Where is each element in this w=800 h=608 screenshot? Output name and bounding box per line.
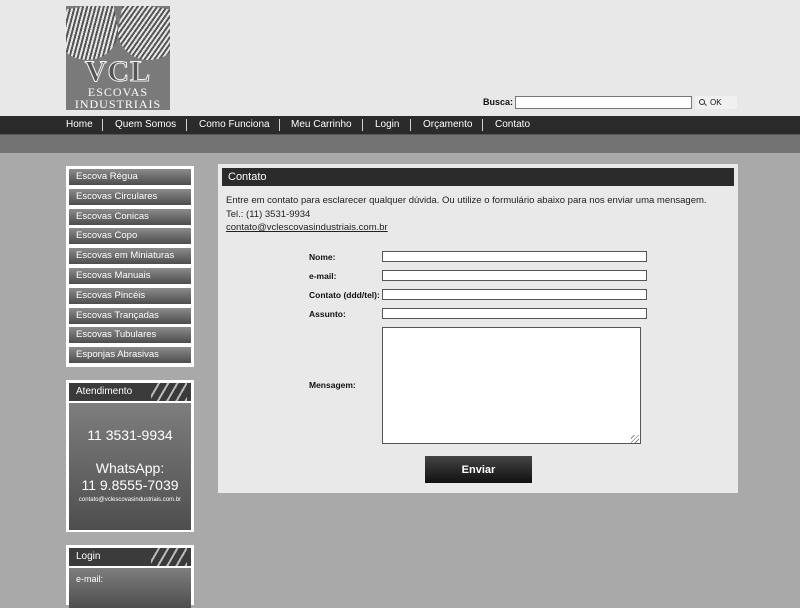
contato-field[interactable]: [382, 289, 647, 300]
assunto-label: Assunto:: [309, 309, 346, 319]
search-icon: [699, 98, 707, 107]
atendimento-whatsapp: WhatsApp: 11 9.8555-7039: [69, 460, 191, 494]
site-header: VCL ESCOVAS INDUSTRIAIS Busca: OK: [0, 0, 800, 116]
category-list: Escova Régua Escovas Circulares Escovas …: [66, 166, 194, 367]
intro-text: Entre em contato para esclarecer qualque…: [226, 195, 707, 206]
nav-meu-carrinho[interactable]: Meu Carrinho: [291, 116, 352, 134]
contact-email-link[interactable]: contato@vclescovasindustriais.com.br: [226, 222, 388, 233]
whatsapp-label: WhatsApp:: [95, 460, 165, 476]
search-label: Busca:: [483, 97, 514, 107]
nome-label: Nome:: [309, 252, 336, 262]
nav-separator: [482, 119, 483, 131]
category-item[interactable]: Escovas Circulares: [69, 188, 191, 205]
contato-label: Contato (ddd/tel):: [309, 290, 380, 300]
category-item[interactable]: Escovas Trançadas: [69, 307, 191, 324]
nome-field[interactable]: [382, 251, 647, 262]
nav-quem-somos[interactable]: Quem Somos: [115, 116, 176, 134]
atendimento-phone: 11 3531-9934: [87, 427, 173, 443]
logo-line2: INDUSTRIAIS: [74, 97, 162, 110]
whatsapp-number: 11 9.8555-7039: [81, 477, 179, 493]
resize-grip-icon[interactable]: [631, 435, 639, 443]
category-item[interactable]: Escovas em Miniaturas: [69, 248, 191, 265]
login-panel: Login e-mail:: [66, 545, 194, 608]
logo-word: VCL: [84, 55, 152, 88]
nav-separator: [410, 119, 411, 131]
search-button[interactable]: OK: [695, 96, 737, 109]
atendimento-body: 11 3531-9934 WhatsApp: 11 9.8555-7039 co…: [69, 403, 191, 530]
nav-orcamento[interactable]: Orçamento: [423, 116, 472, 134]
main-nav: Home Quem Somos Como Funciona Meu Carrin…: [0, 116, 800, 135]
page-title: Contato: [222, 168, 734, 186]
login-title-text: Login: [76, 551, 101, 562]
login-title: Login: [69, 548, 191, 566]
enviar-button[interactable]: Enviar: [425, 456, 532, 483]
nav-como-funciona[interactable]: Como Funciona: [199, 116, 270, 134]
category-item[interactable]: Escovas Conicas: [69, 208, 191, 225]
category-item[interactable]: Escovas Manuais: [69, 267, 191, 284]
email-field[interactable]: [382, 270, 647, 281]
search-button-label: OK: [710, 98, 722, 107]
nav-separator: [362, 119, 363, 131]
category-item[interactable]: Escovas Tubulares: [69, 327, 191, 344]
vcl-logo[interactable]: VCL ESCOVAS INDUSTRIAIS: [66, 6, 170, 110]
login-email-label: e-mail:: [76, 574, 104, 584]
atendimento-panel: Atendimento 11 3531-9934 WhatsApp: 11 9.…: [66, 380, 194, 532]
sub-bar: [0, 135, 800, 153]
email-label: e-mail:: [309, 271, 337, 281]
atendimento-title-text: Atendimento: [76, 386, 133, 397]
stripes-decoration-icon: [151, 383, 187, 401]
contact-intro: Entre em contato para esclarecer qualque…: [226, 194, 707, 235]
contact-phone: Tel.: (11) 3531-9934: [226, 208, 311, 220]
assunto-field[interactable]: [382, 308, 647, 319]
nav-contato[interactable]: Contato: [495, 116, 530, 134]
mensagem-field[interactable]: [382, 327, 641, 444]
category-item[interactable]: Escovas Copo: [69, 228, 191, 245]
category-item[interactable]: Escovas Pincéis: [69, 287, 191, 304]
atendimento-email[interactable]: contato@vclescovasindustriais.com.br: [69, 497, 191, 503]
contact-content: Contato Entre em contato para esclarecer…: [218, 164, 738, 493]
category-item[interactable]: Escova Régua: [69, 169, 191, 185]
nav-login[interactable]: Login: [375, 116, 399, 134]
nav-separator: [102, 119, 103, 131]
login-body: e-mail:: [69, 568, 191, 608]
nav-home[interactable]: Home: [66, 116, 93, 134]
nav-separator: [186, 119, 187, 131]
mensagem-label: Mensagem:: [309, 380, 356, 390]
search-input[interactable]: [515, 96, 692, 109]
category-item[interactable]: Esponjas Abrasivas: [69, 347, 191, 364]
nav-separator: [279, 119, 280, 131]
atendimento-title: Atendimento: [69, 383, 191, 401]
stripes-decoration-icon: [151, 548, 187, 566]
